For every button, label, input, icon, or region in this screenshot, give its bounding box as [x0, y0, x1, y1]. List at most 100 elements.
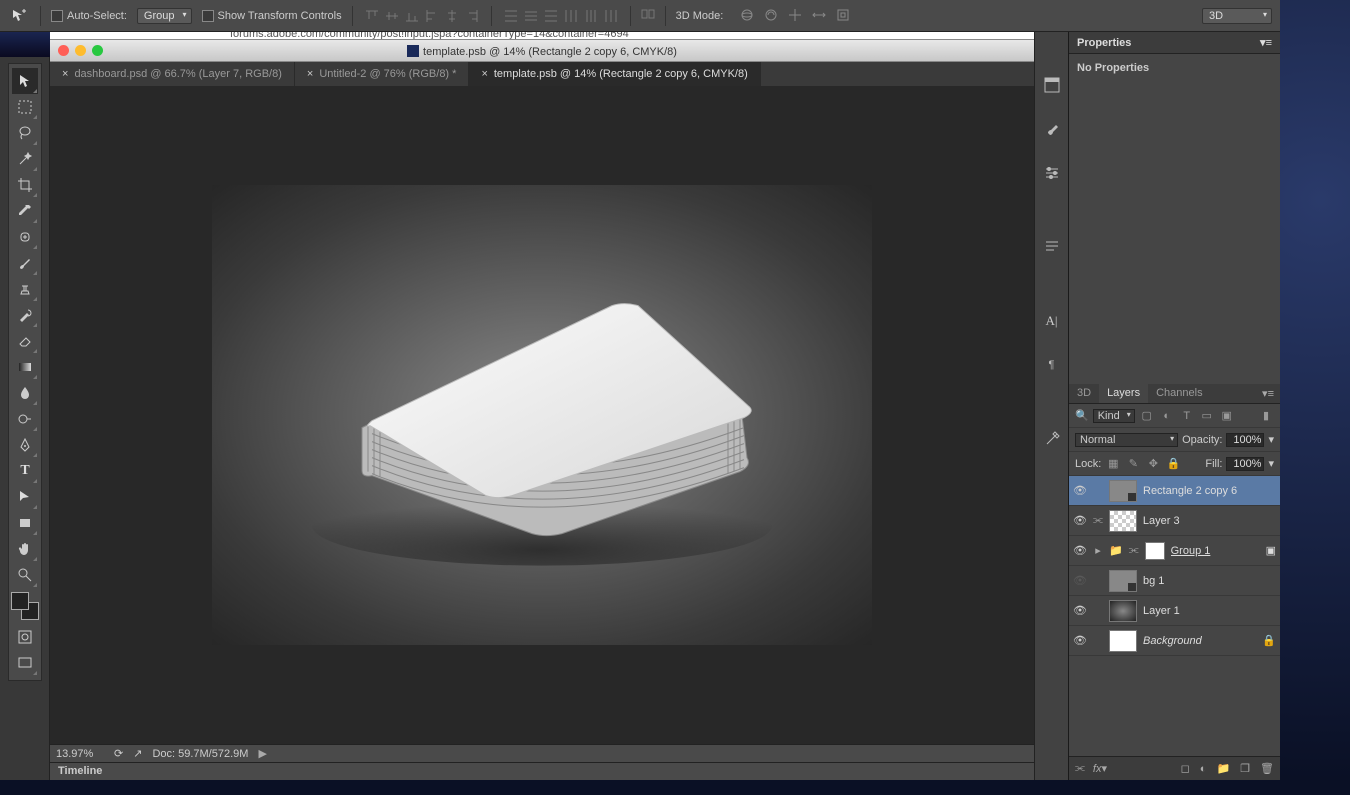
- distribute-right-icon[interactable]: [602, 7, 620, 25]
- status-info-flyout-icon[interactable]: ▶: [258, 747, 266, 760]
- zoom-level-field[interactable]: 13.97%: [56, 748, 104, 760]
- status-sync-icon[interactable]: ⟳: [114, 747, 123, 760]
- close-tab-icon[interactable]: ×: [62, 68, 68, 80]
- eraser-tool[interactable]: [12, 328, 38, 354]
- lock-transparency-icon[interactable]: ▦: [1105, 456, 1121, 472]
- layer-name[interactable]: Layer 1: [1143, 605, 1276, 617]
- distribute-bottom-icon[interactable]: [542, 7, 560, 25]
- brush-tool[interactable]: [12, 250, 38, 276]
- layer-thumbnail[interactable]: [1109, 600, 1137, 622]
- screen-mode-toggle[interactable]: [12, 650, 38, 676]
- document-tab[interactable]: ×dashboard.psd @ 66.7% (Layer 7, RGB/8): [50, 62, 295, 86]
- align-top-icon[interactable]: [363, 7, 381, 25]
- pen-tool[interactable]: [12, 432, 38, 458]
- visibility-toggle-icon[interactable]: 👁: [1073, 484, 1087, 498]
- timeline-panel-tab[interactable]: Timeline: [50, 762, 1034, 780]
- visibility-toggle-icon[interactable]: 👁: [1073, 514, 1087, 528]
- filter-adjust-icon[interactable]: ◐: [1159, 408, 1175, 424]
- link-icon[interactable]: ⫘: [1129, 544, 1139, 557]
- layer-row[interactable]: 👁 ▸ 📁 ⫘ Group 1 ▣: [1069, 536, 1280, 566]
- layer-thumbnail[interactable]: [1109, 480, 1137, 502]
- status-export-icon[interactable]: ↗: [133, 747, 142, 760]
- distribute-top-icon[interactable]: [502, 7, 520, 25]
- align-left-icon[interactable]: [423, 7, 441, 25]
- character-panel-icon[interactable]: A|: [1039, 308, 1065, 334]
- lasso-tool[interactable]: [12, 120, 38, 146]
- new-adjustment-button[interactable]: ◐: [1200, 763, 1207, 775]
- color-swatches[interactable]: [11, 592, 39, 620]
- marquee-tool[interactable]: [12, 94, 38, 120]
- visibility-toggle-icon[interactable]: 👁: [1073, 604, 1087, 618]
- properties-panel-header[interactable]: Properties ▾≡: [1069, 32, 1280, 54]
- layer-name[interactable]: bg 1: [1143, 575, 1276, 587]
- type-tool[interactable]: T: [12, 458, 38, 484]
- history-panel-icon[interactable]: [1039, 72, 1065, 98]
- mode3d-roll-icon[interactable]: [763, 7, 783, 25]
- tab-3d[interactable]: 3D: [1069, 384, 1099, 403]
- opacity-field[interactable]: 100%: [1226, 433, 1264, 447]
- filter-kind-dropdown[interactable]: Kind: [1093, 409, 1135, 423]
- workspace-switcher-dropdown[interactable]: 3D: [1202, 8, 1272, 24]
- align-right-icon[interactable]: [463, 7, 481, 25]
- blur-tool[interactable]: [12, 380, 38, 406]
- eyedropper-tool[interactable]: [12, 198, 38, 224]
- panel-menu-icon[interactable]: ▾≡: [1256, 384, 1280, 403]
- opacity-dropdown-icon[interactable]: ▾: [1268, 433, 1274, 446]
- layer-thumbnail[interactable]: [1109, 570, 1137, 592]
- visibility-toggle-icon[interactable]: 👁: [1073, 634, 1087, 648]
- hand-tool[interactable]: [12, 536, 38, 562]
- align-hcenter-icon[interactable]: [443, 7, 461, 25]
- auto-select-checkbox[interactable]: Auto-Select:: [51, 10, 127, 22]
- new-layer-button[interactable]: ❐: [1240, 762, 1250, 775]
- tab-channels[interactable]: Channels: [1148, 384, 1210, 403]
- auto-align-icon[interactable]: [641, 7, 655, 24]
- align-vcenter-icon[interactable]: [383, 7, 401, 25]
- move-tool[interactable]: [12, 68, 38, 94]
- mode3d-scale-icon[interactable]: [835, 7, 855, 25]
- history-brush-tool[interactable]: [12, 302, 38, 328]
- layer-row[interactable]: 👁 Rectangle 2 copy 6: [1069, 476, 1280, 506]
- mode3d-slide-icon[interactable]: [811, 7, 831, 25]
- layer-name[interactable]: Rectangle 2 copy 6: [1143, 485, 1276, 497]
- close-tab-icon[interactable]: ×: [307, 68, 313, 80]
- gradient-tool[interactable]: [12, 354, 38, 380]
- panel-menu-icon[interactable]: ▾≡: [1260, 36, 1272, 49]
- mode3d-pan-icon[interactable]: [787, 7, 807, 25]
- crop-tool[interactable]: [12, 172, 38, 198]
- layer-thumbnail[interactable]: [1109, 630, 1137, 652]
- layer-name[interactable]: Group 1: [1171, 545, 1260, 557]
- visibility-toggle-icon[interactable]: 👁: [1073, 544, 1087, 558]
- document-tab[interactable]: ×Untitled-2 @ 76% (RGB/8) *: [295, 62, 470, 86]
- layer-row[interactable]: 👁 bg 1: [1069, 566, 1280, 596]
- dodge-tool[interactable]: [12, 406, 38, 432]
- lock-all-icon[interactable]: 🔒: [1165, 456, 1181, 472]
- fill-dropdown-icon[interactable]: ▾: [1268, 457, 1274, 470]
- layer-name[interactable]: Background: [1143, 635, 1256, 647]
- filter-toggle-switch[interactable]: ▮: [1258, 408, 1274, 424]
- document-tab[interactable]: ×template.psb @ 14% (Rectangle 2 copy 6,…: [469, 62, 760, 86]
- canvas-viewport[interactable]: [50, 86, 1034, 744]
- show-transform-controls-checkbox[interactable]: Show Transform Controls: [202, 10, 342, 22]
- auto-select-mode-dropdown[interactable]: Group: [137, 8, 192, 24]
- delete-layer-button[interactable]: 🗑: [1260, 762, 1274, 775]
- layer-row[interactable]: 👁 Layer 1: [1069, 596, 1280, 626]
- layer-mask-thumbnail[interactable]: [1145, 542, 1165, 560]
- layer-name[interactable]: Layer 3: [1143, 515, 1276, 527]
- filter-type-icon[interactable]: T: [1179, 408, 1195, 424]
- distribute-left-icon[interactable]: [562, 7, 580, 25]
- layer-row[interactable]: 👁 Background 🔒: [1069, 626, 1280, 656]
- group-disclosure-icon[interactable]: ▸: [1093, 544, 1103, 557]
- lock-position-icon[interactable]: ✥: [1145, 456, 1161, 472]
- quick-mask-toggle[interactable]: [12, 624, 38, 650]
- blend-mode-dropdown[interactable]: Normal: [1075, 433, 1178, 447]
- doc-size-info[interactable]: Doc: 59.7M/572.9M: [152, 748, 248, 760]
- link-icon[interactable]: ⫘: [1093, 514, 1103, 527]
- paragraph-panel-icon[interactable]: [1039, 234, 1065, 260]
- layer-row[interactable]: 👁 ⫘ Layer 3: [1069, 506, 1280, 536]
- link-layers-button[interactable]: ⫘: [1075, 762, 1085, 775]
- rectangle-shape-tool[interactable]: [12, 510, 38, 536]
- filter-shape-icon[interactable]: ▭: [1199, 408, 1215, 424]
- filter-pixel-icon[interactable]: ▢: [1139, 408, 1155, 424]
- layer-effects-icon[interactable]: ▣: [1266, 544, 1276, 557]
- layer-style-button[interactable]: fx▾: [1093, 762, 1107, 775]
